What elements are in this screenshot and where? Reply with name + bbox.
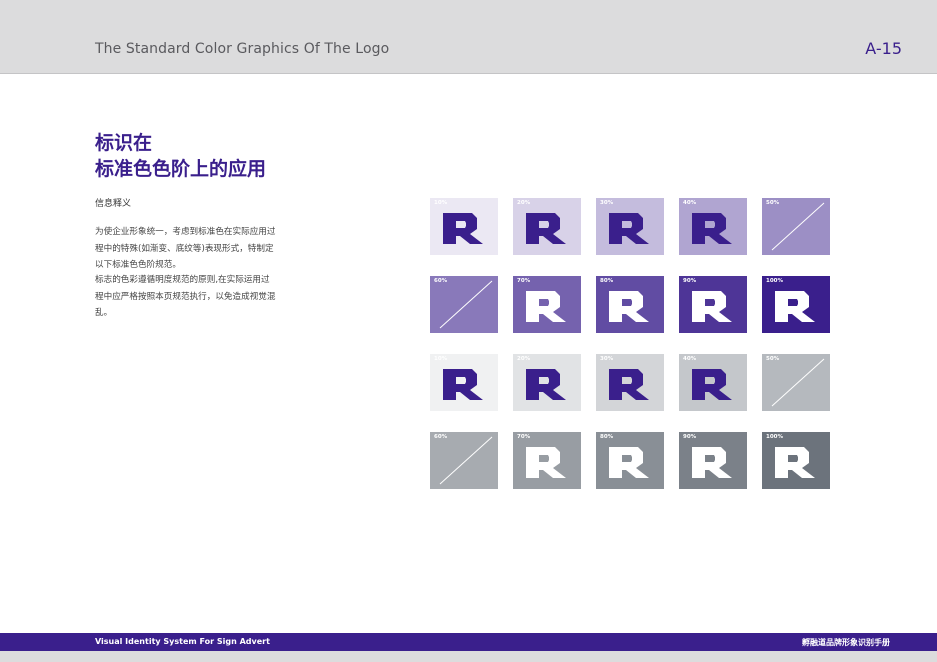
page-footer: Visual Identity System For Sign Advert 孵… — [0, 633, 937, 651]
tone-percentage-label: 80% — [600, 278, 614, 284]
page-header-title: The Standard Color Graphics Of The Logo — [95, 41, 390, 57]
tone-percentage-label: 80% — [600, 434, 614, 440]
color-swatch: 30% — [596, 354, 664, 411]
page-header: The Standard Color Graphics Of The Logo … — [0, 0, 937, 74]
color-swatch: 60% — [430, 276, 498, 333]
tone-percentage-label: 90% — [683, 434, 697, 440]
paragraph-line: 程中应严格按照本页规范执行，以免造成视觉混 — [95, 291, 276, 302]
color-swatch: 90% — [679, 432, 747, 489]
color-swatch: 40% — [679, 354, 747, 411]
description-paragraph-1: 为使企业形象统一，考虑到标准色在实际应用过 程中的特殊(如渐变、底纹等)表现形式… — [95, 224, 295, 274]
color-swatch: 50% — [762, 198, 830, 255]
color-swatch: 30% — [596, 198, 664, 255]
footer-left-text: Visual Identity System For Sign Advert — [95, 637, 270, 646]
tone-percentage-label: 100% — [766, 434, 783, 440]
paragraph-line: 乱。 — [95, 308, 113, 318]
color-swatch: 60% — [430, 432, 498, 489]
tone-percentage-label: 40% — [683, 356, 697, 362]
color-swatch: 20% — [513, 354, 581, 411]
tone-percentage-label: 70% — [517, 434, 531, 440]
footer-bottom-strip — [0, 651, 937, 662]
section-title-line-2: 标准色色阶上的应用 — [95, 158, 267, 180]
tone-percentage-label: 60% — [434, 434, 448, 440]
color-swatch: 70% — [513, 276, 581, 333]
section-title-line-1: 标识在 — [95, 132, 153, 154]
tone-percentage-label: 60% — [434, 278, 448, 284]
paragraph-line: 为使企业形象统一，考虑到标准色在实际应用过 — [95, 227, 276, 237]
tone-percentage-label: 30% — [600, 200, 614, 206]
tone-percentage-label: 50% — [766, 200, 780, 206]
color-swatch: 40% — [679, 198, 747, 255]
page-number: A-15 — [865, 39, 902, 58]
color-swatch: 70% — [513, 432, 581, 489]
tone-percentage-label: 70% — [517, 278, 531, 284]
description-paragraph-2: 标志的色彩遵循明度规范的原则,在实际运用过 程中应严格按照本页规范执行，以免造成… — [95, 272, 295, 322]
color-swatch: 90% — [679, 276, 747, 333]
tone-percentage-label: 100% — [766, 278, 783, 284]
tone-percentage-label: 20% — [517, 356, 531, 362]
color-swatch: 10% — [430, 354, 498, 411]
color-swatch: 100% — [762, 276, 830, 333]
tone-percentage-label: 40% — [683, 200, 697, 206]
tone-percentage-label: 50% — [766, 356, 780, 362]
color-swatch: 80% — [596, 432, 664, 489]
tone-percentage-label: 90% — [683, 278, 697, 284]
color-swatch: 100% — [762, 432, 830, 489]
color-swatch: 10% — [430, 198, 498, 255]
tone-percentage-label: 10% — [434, 356, 448, 362]
paragraph-line: 标志的色彩遵循明度规范的原则,在实际运用过 — [95, 275, 270, 285]
tone-percentage-label: 10% — [434, 200, 448, 206]
tone-percentage-label: 20% — [517, 200, 531, 206]
paragraph-line: 程中的特殊(如渐变、底纹等)表现形式，特制定 — [95, 243, 274, 254]
section-title: 标识在 标准色色阶上的应用 — [95, 130, 266, 182]
color-swatch: 20% — [513, 198, 581, 255]
info-subheading: 信息释义 — [95, 199, 132, 209]
color-swatch: 50% — [762, 354, 830, 411]
color-swatch: 80% — [596, 276, 664, 333]
tone-percentage-label: 30% — [600, 356, 614, 362]
footer-right-text: 孵融道品牌形象识别手册 — [802, 638, 890, 647]
brand-manual-page: The Standard Color Graphics Of The Logo … — [0, 0, 937, 662]
